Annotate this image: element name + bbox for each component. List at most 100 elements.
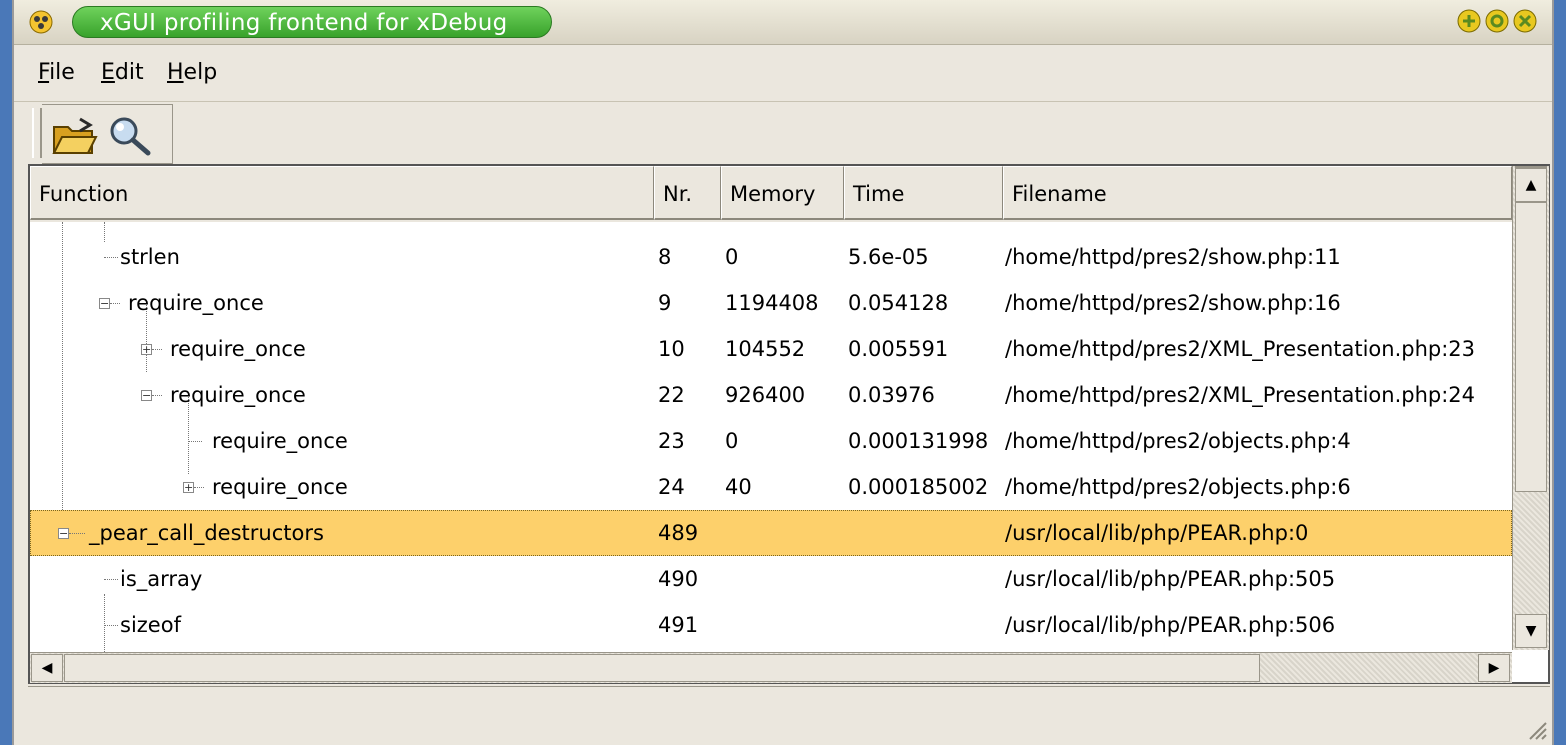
table-row[interactable]: + require_once 24 40 0.000185002 /home/h… xyxy=(30,464,1512,510)
cell-function: require_once xyxy=(212,429,348,453)
resize-grip-icon[interactable] xyxy=(1524,717,1548,741)
cell-time: 0.054128 xyxy=(848,291,949,315)
toolbar-handle[interactable] xyxy=(32,108,42,158)
cell-nr: 23 xyxy=(658,429,685,453)
cell-function: require_once xyxy=(128,291,264,315)
menu-edit[interactable]: Edit xyxy=(101,60,144,85)
folder-open-icon[interactable] xyxy=(50,115,98,157)
column-header-time[interactable]: Time xyxy=(844,166,1003,220)
cell-filename: /home/httpd/pres2/XML_Presentation.php:2… xyxy=(1005,337,1476,361)
expand-icon[interactable]: + xyxy=(183,482,194,493)
tree-header: Function Nr. Memory Time Filename xyxy=(30,166,1512,222)
table-row[interactable]: require_once 23 0 0.000131998 /home/http… xyxy=(30,418,1512,464)
menu-help[interactable]: Help xyxy=(167,60,217,85)
cell-function: require_once xyxy=(170,383,306,407)
vertical-scroll-thumb[interactable] xyxy=(1515,202,1547,492)
column-header-memory[interactable]: Memory xyxy=(721,166,844,220)
tree-rows: strlen 8 0 5.6e-05 /home/httpd/pres2/sho… xyxy=(30,222,1512,652)
shade-icon[interactable] xyxy=(1456,8,1482,34)
cell-memory: 0 xyxy=(725,245,739,269)
tree-connector xyxy=(194,487,204,488)
menu-help-label: elp xyxy=(183,60,218,85)
menu-file-mnemonic: F xyxy=(38,60,50,85)
cell-filename: /home/httpd/pres2/objects.php:6 xyxy=(1005,475,1351,499)
cell-nr: 10 xyxy=(658,337,685,361)
cell-time: 0.000185002 xyxy=(848,475,989,499)
tree-connector xyxy=(104,579,118,580)
table-row[interactable]: strlen 8 0 5.6e-05 /home/httpd/pres2/sho… xyxy=(30,234,1512,280)
menu-help-mnemonic: H xyxy=(167,60,184,85)
tree-connector xyxy=(110,303,120,304)
cell-nr: 489 xyxy=(658,521,699,545)
collapse-icon[interactable]: − xyxy=(141,390,152,401)
cell-filename: /usr/local/lib/php/PEAR.php:0 xyxy=(1005,521,1309,545)
cell-function: require_once xyxy=(170,337,306,361)
horizontal-scrollbar[interactable]: ◀ ▶ xyxy=(30,652,1512,683)
close-icon[interactable] xyxy=(1512,8,1538,34)
tree-connector xyxy=(152,349,162,350)
collapse-icon[interactable]: − xyxy=(58,528,69,539)
expand-icon[interactable]: + xyxy=(141,344,152,355)
scroll-up-icon[interactable]: ▲ xyxy=(1515,168,1547,202)
menu-bar: File Edit Help xyxy=(14,45,1552,102)
maximize-icon[interactable] xyxy=(1484,8,1510,34)
app-window: xGUI profiling frontend for xDebug File … xyxy=(12,0,1554,745)
column-header-nr[interactable]: Nr. xyxy=(654,166,721,220)
table-row[interactable]: sizeof 491 /usr/local/lib/php/PEAR.php:5… xyxy=(30,602,1512,648)
horizontal-scroll-thumb[interactable] xyxy=(64,654,1260,682)
window-title: xGUI profiling frontend for xDebug xyxy=(100,10,508,36)
table-row-selected[interactable]: − _pear_call_destructors 489 /usr/local/… xyxy=(30,510,1512,556)
table-row[interactable]: − require_once 9 1194408 0.054128 /home/… xyxy=(30,280,1512,326)
cell-time: 0.000131998 xyxy=(848,429,989,453)
cell-time: 5.6e-05 xyxy=(848,245,929,269)
cell-nr: 24 xyxy=(658,475,685,499)
tree-connector xyxy=(104,257,118,258)
table-row[interactable]: − require_once 22 926400 0.03976 /home/h… xyxy=(30,372,1512,418)
menu-edit-label: dit xyxy=(114,60,144,85)
cell-filename: /home/httpd/pres2/show.php:11 xyxy=(1005,245,1341,269)
title-bar[interactable]: xGUI profiling frontend for xDebug xyxy=(14,0,1552,45)
cell-filename: /usr/local/lib/php/PEAR.php:505 xyxy=(1005,567,1336,591)
cell-filename: /home/httpd/pres2/XML_Presentation.php:2… xyxy=(1005,383,1476,407)
cell-memory: 104552 xyxy=(725,337,806,361)
tree-connector xyxy=(188,441,202,442)
tree-connector xyxy=(69,533,85,534)
menu-file[interactable]: File xyxy=(38,60,75,85)
cell-function: require_once xyxy=(212,475,348,499)
cell-function: strlen xyxy=(120,245,180,269)
cell-time: 0.005591 xyxy=(848,337,949,361)
scroll-down-icon[interactable]: ▼ xyxy=(1515,614,1547,648)
cell-memory: 1194408 xyxy=(725,291,819,315)
cell-nr: 491 xyxy=(658,613,699,637)
toolbar-panel xyxy=(42,104,173,164)
cell-memory: 40 xyxy=(725,475,752,499)
scroll-left-icon[interactable]: ◀ xyxy=(31,654,63,682)
tree-connector xyxy=(152,395,162,396)
app-icon[interactable] xyxy=(28,10,54,34)
menu-file-label: ile xyxy=(49,60,75,85)
cell-time: 0.03976 xyxy=(848,383,935,407)
cell-nr: 8 xyxy=(658,245,672,269)
toolbar xyxy=(14,102,174,164)
column-header-function[interactable]: Function xyxy=(30,166,654,220)
cell-function: _pear_call_destructors xyxy=(89,521,324,545)
scroll-right-icon[interactable]: ▶ xyxy=(1478,654,1510,682)
cell-filename: /home/httpd/pres2/objects.php:4 xyxy=(1005,429,1351,453)
collapse-icon[interactable]: − xyxy=(99,298,110,309)
cell-memory: 0 xyxy=(725,429,739,453)
profile-tree-view[interactable]: Function Nr. Memory Time Filename strlen… xyxy=(28,164,1550,684)
column-header-filename[interactable]: Filename xyxy=(1003,166,1512,220)
table-row[interactable]: + require_once 10 104552 0.005591 /home/… xyxy=(30,326,1512,372)
status-bar xyxy=(28,686,1550,743)
cell-nr: 490 xyxy=(658,567,699,591)
magnifier-icon[interactable] xyxy=(106,115,154,157)
vscroll-top-space xyxy=(1515,166,1547,168)
cell-function: is_array xyxy=(120,567,203,591)
vertical-scrollbar[interactable]: ▲ ▼ xyxy=(1512,166,1549,650)
cell-nr: 22 xyxy=(658,383,685,407)
tree-connector xyxy=(104,625,118,626)
cell-filename: /home/httpd/pres2/show.php:16 xyxy=(1005,291,1341,315)
table-row[interactable]: is_array 490 /usr/local/lib/php/PEAR.php… xyxy=(30,556,1512,602)
cell-memory: 926400 xyxy=(725,383,806,407)
cell-function: sizeof xyxy=(120,613,181,637)
